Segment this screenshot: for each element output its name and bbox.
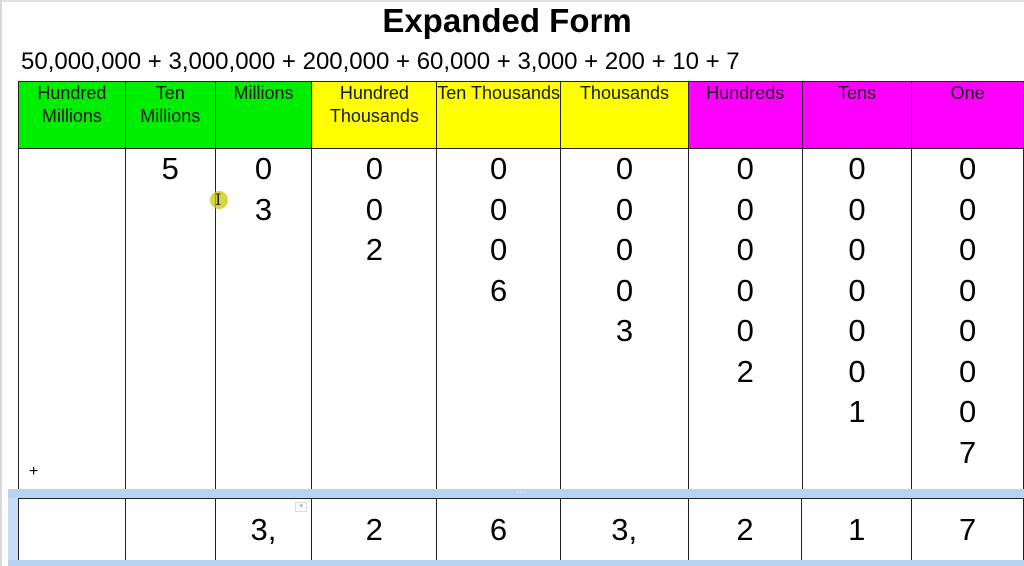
sum-cell[interactable]: 3, (559, 498, 689, 561)
digit: 7 (959, 434, 977, 470)
sum-cell[interactable]: 1 (801, 498, 913, 561)
digits-cell[interactable]: 03 (214, 148, 313, 491)
digit: 0 (615, 232, 634, 267)
sum-value: 3, (250, 511, 277, 547)
digit: 0 (490, 232, 508, 267)
digit: 0 (959, 394, 977, 429)
resize-handle-icon[interactable]: ⋯ (516, 488, 527, 498)
digits-cell[interactable]: 0 0 0 0 0 0 1 (801, 148, 913, 491)
header-ten-millions[interactable]: Ten Millions (124, 81, 216, 149)
digit: 0 (959, 272, 977, 308)
row-selection-bar[interactable]: ⋯ (8, 488, 1024, 498)
header-hundred-thousands[interactable]: Hundred Thousands (311, 81, 438, 149)
header-thousands[interactable]: Thousands (560, 81, 689, 149)
digit: 0 (365, 191, 383, 227)
digit: 0 (490, 151, 508, 186)
header-hundred-millions[interactable]: Hundred Millions (18, 81, 126, 149)
digits-cell[interactable]: 5 (124, 148, 216, 491)
digit: 3 (615, 313, 634, 348)
digit: 0 (615, 151, 634, 186)
digit: 1 (848, 394, 866, 429)
digit: 6 (490, 272, 508, 308)
plus-sign: + (29, 463, 39, 480)
digit: 0 (736, 151, 754, 186)
sum-table: 3, ▾ 2 6 3, 2 1 7 (18, 498, 1024, 561)
digit: 0 (848, 313, 866, 348)
digit: 0 (490, 191, 508, 227)
digit: 0 (959, 313, 977, 348)
header-millions[interactable]: Millions (214, 81, 313, 149)
digit: 2 (736, 353, 754, 389)
digits-cell[interactable]: 0 0 0 0 0 0 0 7 (911, 148, 1024, 491)
digit: 0 (615, 272, 634, 308)
digit: 0 (254, 151, 273, 186)
header-ten-thousands[interactable]: Ten Thousands (436, 81, 562, 149)
sum-cell[interactable] (18, 498, 126, 561)
digit: 5 (161, 151, 179, 186)
sum-cell[interactable]: 6 (436, 498, 561, 561)
window-left-border (0, 0, 2, 566)
bottom-selection-bar (8, 560, 1024, 566)
digit: 2 (365, 232, 383, 267)
dropdown-arrow-icon[interactable]: ▾ (295, 502, 308, 512)
digit: 0 (615, 191, 634, 227)
digits-cell[interactable]: 0 0 2 (311, 148, 438, 491)
digit: 0 (959, 191, 977, 227)
digit: 0 (959, 353, 977, 389)
header-one[interactable]: One (911, 81, 1024, 149)
sum-row: 3, ▾ 2 6 3, 2 1 7 (18, 498, 1024, 561)
sum-cell[interactable]: 2 (311, 498, 438, 561)
digit: 0 (959, 232, 977, 267)
digit: 0 (848, 151, 866, 186)
expanded-form-equation[interactable]: 50,000,000 + 3,000,000 + 200,000 + 60,00… (21, 48, 740, 76)
place-value-table: Hundred Millions Ten Millions Millions H… (18, 81, 1024, 491)
digit: 0 (736, 191, 754, 227)
digit: 0 (848, 353, 866, 389)
page-title: Expanded Form (382, 2, 632, 39)
text-cursor-icon: I (215, 190, 222, 209)
digit: 0 (736, 272, 754, 308)
sum-cell[interactable]: 7 (911, 498, 1024, 561)
digit: 3 (254, 191, 273, 227)
digit: 0 (736, 313, 754, 348)
digits-row: + 5 03 002 0006 00003 000002 0000001 000… (18, 148, 1024, 491)
sum-cell-millions[interactable]: 3, ▾ (214, 498, 313, 561)
digits-cell[interactable]: + (18, 148, 126, 491)
digit: 0 (959, 151, 977, 186)
header-hundreds[interactable]: Hundreds (687, 81, 803, 149)
header-tens[interactable]: Tens (801, 81, 913, 149)
digits-cell[interactable]: 0 0 0 6 (436, 148, 562, 491)
digit: 0 (848, 232, 866, 267)
digit: 0 (736, 232, 754, 267)
sum-cell[interactable] (124, 498, 216, 561)
table-selection-handle[interactable] (8, 489, 18, 566)
digits-cell[interactable]: 0 0 0 0 3 (560, 148, 689, 491)
digit: 0 (365, 151, 383, 186)
digit: 0 (848, 191, 866, 227)
sum-cell[interactable]: 2 (687, 498, 803, 561)
digits-cell[interactable]: 0 0 0 0 0 2 (687, 148, 803, 491)
digit: 0 (848, 272, 866, 308)
header-row: Hundred Millions Ten Millions Millions H… (18, 81, 1024, 149)
